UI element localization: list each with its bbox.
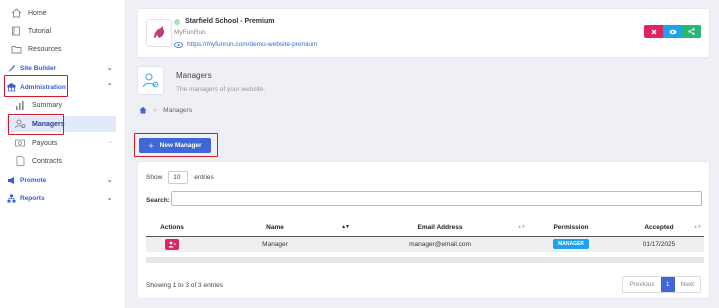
sidebar-item-label: Contracts [32, 157, 62, 165]
sidebar-item-label: Resources [28, 45, 62, 53]
row-actions [146, 236, 198, 252]
share-icon [688, 28, 695, 35]
page-title: Managers [176, 71, 212, 80]
megaphone-icon [6, 175, 16, 185]
sidebar-item-resources[interactable]: Resources [10, 42, 61, 56]
entries-select[interactable]: 10 [168, 171, 189, 184]
eye-icon [174, 41, 183, 48]
site-info-card: Starfield School - Premium MyFunRun http… [137, 8, 710, 58]
column-name-label: Name [266, 224, 284, 232]
school-name: Starfield School - Premium [174, 18, 274, 25]
sort-icon: ▲▼ [517, 224, 526, 230]
view-site-button[interactable] [663, 25, 682, 38]
pagination: Previous 1 Next [622, 276, 701, 293]
sidebar-section-label: Reports [20, 194, 45, 202]
chevron-right-icon: › [154, 106, 157, 114]
column-accepted[interactable]: Accepted ▲▼ [614, 220, 704, 237]
users-gear-icon [142, 73, 158, 87]
show-label: Show [146, 174, 163, 181]
table-info: Showing 1 to 3 of 3 entries [146, 282, 223, 289]
sidebar-item-label: Summary [32, 101, 62, 109]
money-icon [14, 138, 26, 148]
highlight-managers [8, 114, 64, 135]
page-subtitle: The managers of your website. [176, 86, 266, 93]
column-email-label: Email Address [417, 224, 463, 232]
column-actions: Actions [146, 220, 198, 237]
horizontal-scrollbar[interactable] [146, 257, 704, 263]
close-icon [651, 29, 656, 34]
folder-icon [10, 44, 22, 54]
eye-icon [669, 29, 676, 34]
column-name[interactable]: Name ▲▼ [198, 220, 352, 237]
chevron-down-icon[interactable]: ⌄ [106, 193, 113, 202]
search-input[interactable] [171, 191, 702, 206]
table-row: Manager manager@email.com MANAGER 01/17/… [146, 236, 704, 252]
website-link[interactable]: https://myfunrun.com/demo-website-premiu… [174, 41, 317, 48]
entries-label: entries [194, 174, 214, 181]
pagination-page-1[interactable]: 1 [660, 277, 675, 292]
search-label: Search: [146, 197, 170, 204]
bar-chart-icon [14, 100, 26, 110]
sidebar-item-contracts[interactable]: Contracts [14, 154, 62, 168]
pagination-next[interactable]: Next [675, 277, 700, 292]
chevron-down-icon[interactable]: ⌄ [106, 175, 113, 184]
highlight-new-manager [134, 133, 218, 157]
column-permission[interactable]: Permission [528, 220, 614, 237]
column-permission-label: Permission [553, 224, 589, 232]
brand-name: MyFunRun [174, 29, 206, 36]
sidebar-section-label: Promote [20, 176, 47, 184]
sidebar-item-label: Tutorial [28, 27, 52, 35]
sort-asc-icon: ▲▼ [341, 224, 350, 230]
sidebar-section-reports[interactable]: Reports [6, 192, 45, 204]
chevron-down-icon[interactable]: ⌄ [106, 63, 113, 72]
chevron-up-icon[interactable]: ⌃ [106, 82, 113, 91]
entries-length: Show 10 entries [146, 171, 214, 184]
website-url[interactable]: https://myfunrun.com/demo-website-premiu… [187, 41, 317, 48]
brush-icon [6, 63, 16, 73]
highlight-administration [4, 75, 68, 97]
table-header-row: Actions Name ▲▼ Email Address ▲▼ Permiss… [146, 220, 704, 237]
school-logo [146, 19, 172, 47]
remove-manager-button[interactable] [165, 238, 179, 250]
user-remove-icon [168, 241, 176, 248]
share-button[interactable] [682, 25, 701, 38]
document-icon [14, 156, 26, 166]
sidebar-item-tutorial[interactable]: Tutorial [10, 24, 51, 38]
sidebar-item-payouts[interactable]: Payouts [14, 136, 57, 150]
sidebar-section-promote[interactable]: Promote [6, 174, 46, 186]
row-email: manager@email.com [352, 236, 528, 252]
row-accepted: 01/17/2025 [614, 236, 704, 252]
pagination-previous[interactable]: Previous [623, 277, 660, 292]
home-icon[interactable] [139, 106, 147, 114]
status-dot-icon [174, 18, 180, 25]
sidebar-item-home[interactable]: Home [10, 6, 47, 20]
column-accepted-label: Accepted [644, 224, 674, 232]
permission-badge: MANAGER [553, 239, 589, 250]
sidebar-item-summary[interactable]: Summary [14, 98, 62, 112]
breadcrumb-current: Managers [163, 106, 193, 114]
sidebar-item-label: Payouts [32, 139, 58, 147]
chevron-down-icon[interactable]: ⌄ [108, 138, 113, 145]
book-icon [10, 26, 22, 36]
sidebar-section-site-builder[interactable]: Site Builder [6, 62, 56, 74]
sort-icon: ▲▼ [693, 224, 702, 230]
unpublish-button[interactable] [644, 25, 663, 38]
home-icon [10, 8, 22, 18]
row-name: Manager [198, 236, 352, 252]
sitemap-icon [6, 193, 16, 203]
managers-table: Actions Name ▲▼ Email Address ▲▼ Permiss… [146, 220, 704, 252]
breadcrumb: › Managers [139, 106, 192, 114]
column-email[interactable]: Email Address ▲▼ [352, 220, 528, 237]
sidebar-section-label: Site Builder [20, 64, 57, 72]
page-icon [137, 66, 164, 95]
managers-table-card: Show 10 entries Search: Actions Name ▲▼ … [137, 161, 710, 299]
school-name-text: Starfield School - Premium [185, 18, 275, 25]
sidebar-item-label: Home [28, 9, 47, 17]
row-permission: MANAGER [528, 236, 614, 252]
site-action-buttons [644, 25, 701, 38]
sidebar: Home Tutorial Resources Site Builder ⌄ A… [0, 0, 126, 308]
